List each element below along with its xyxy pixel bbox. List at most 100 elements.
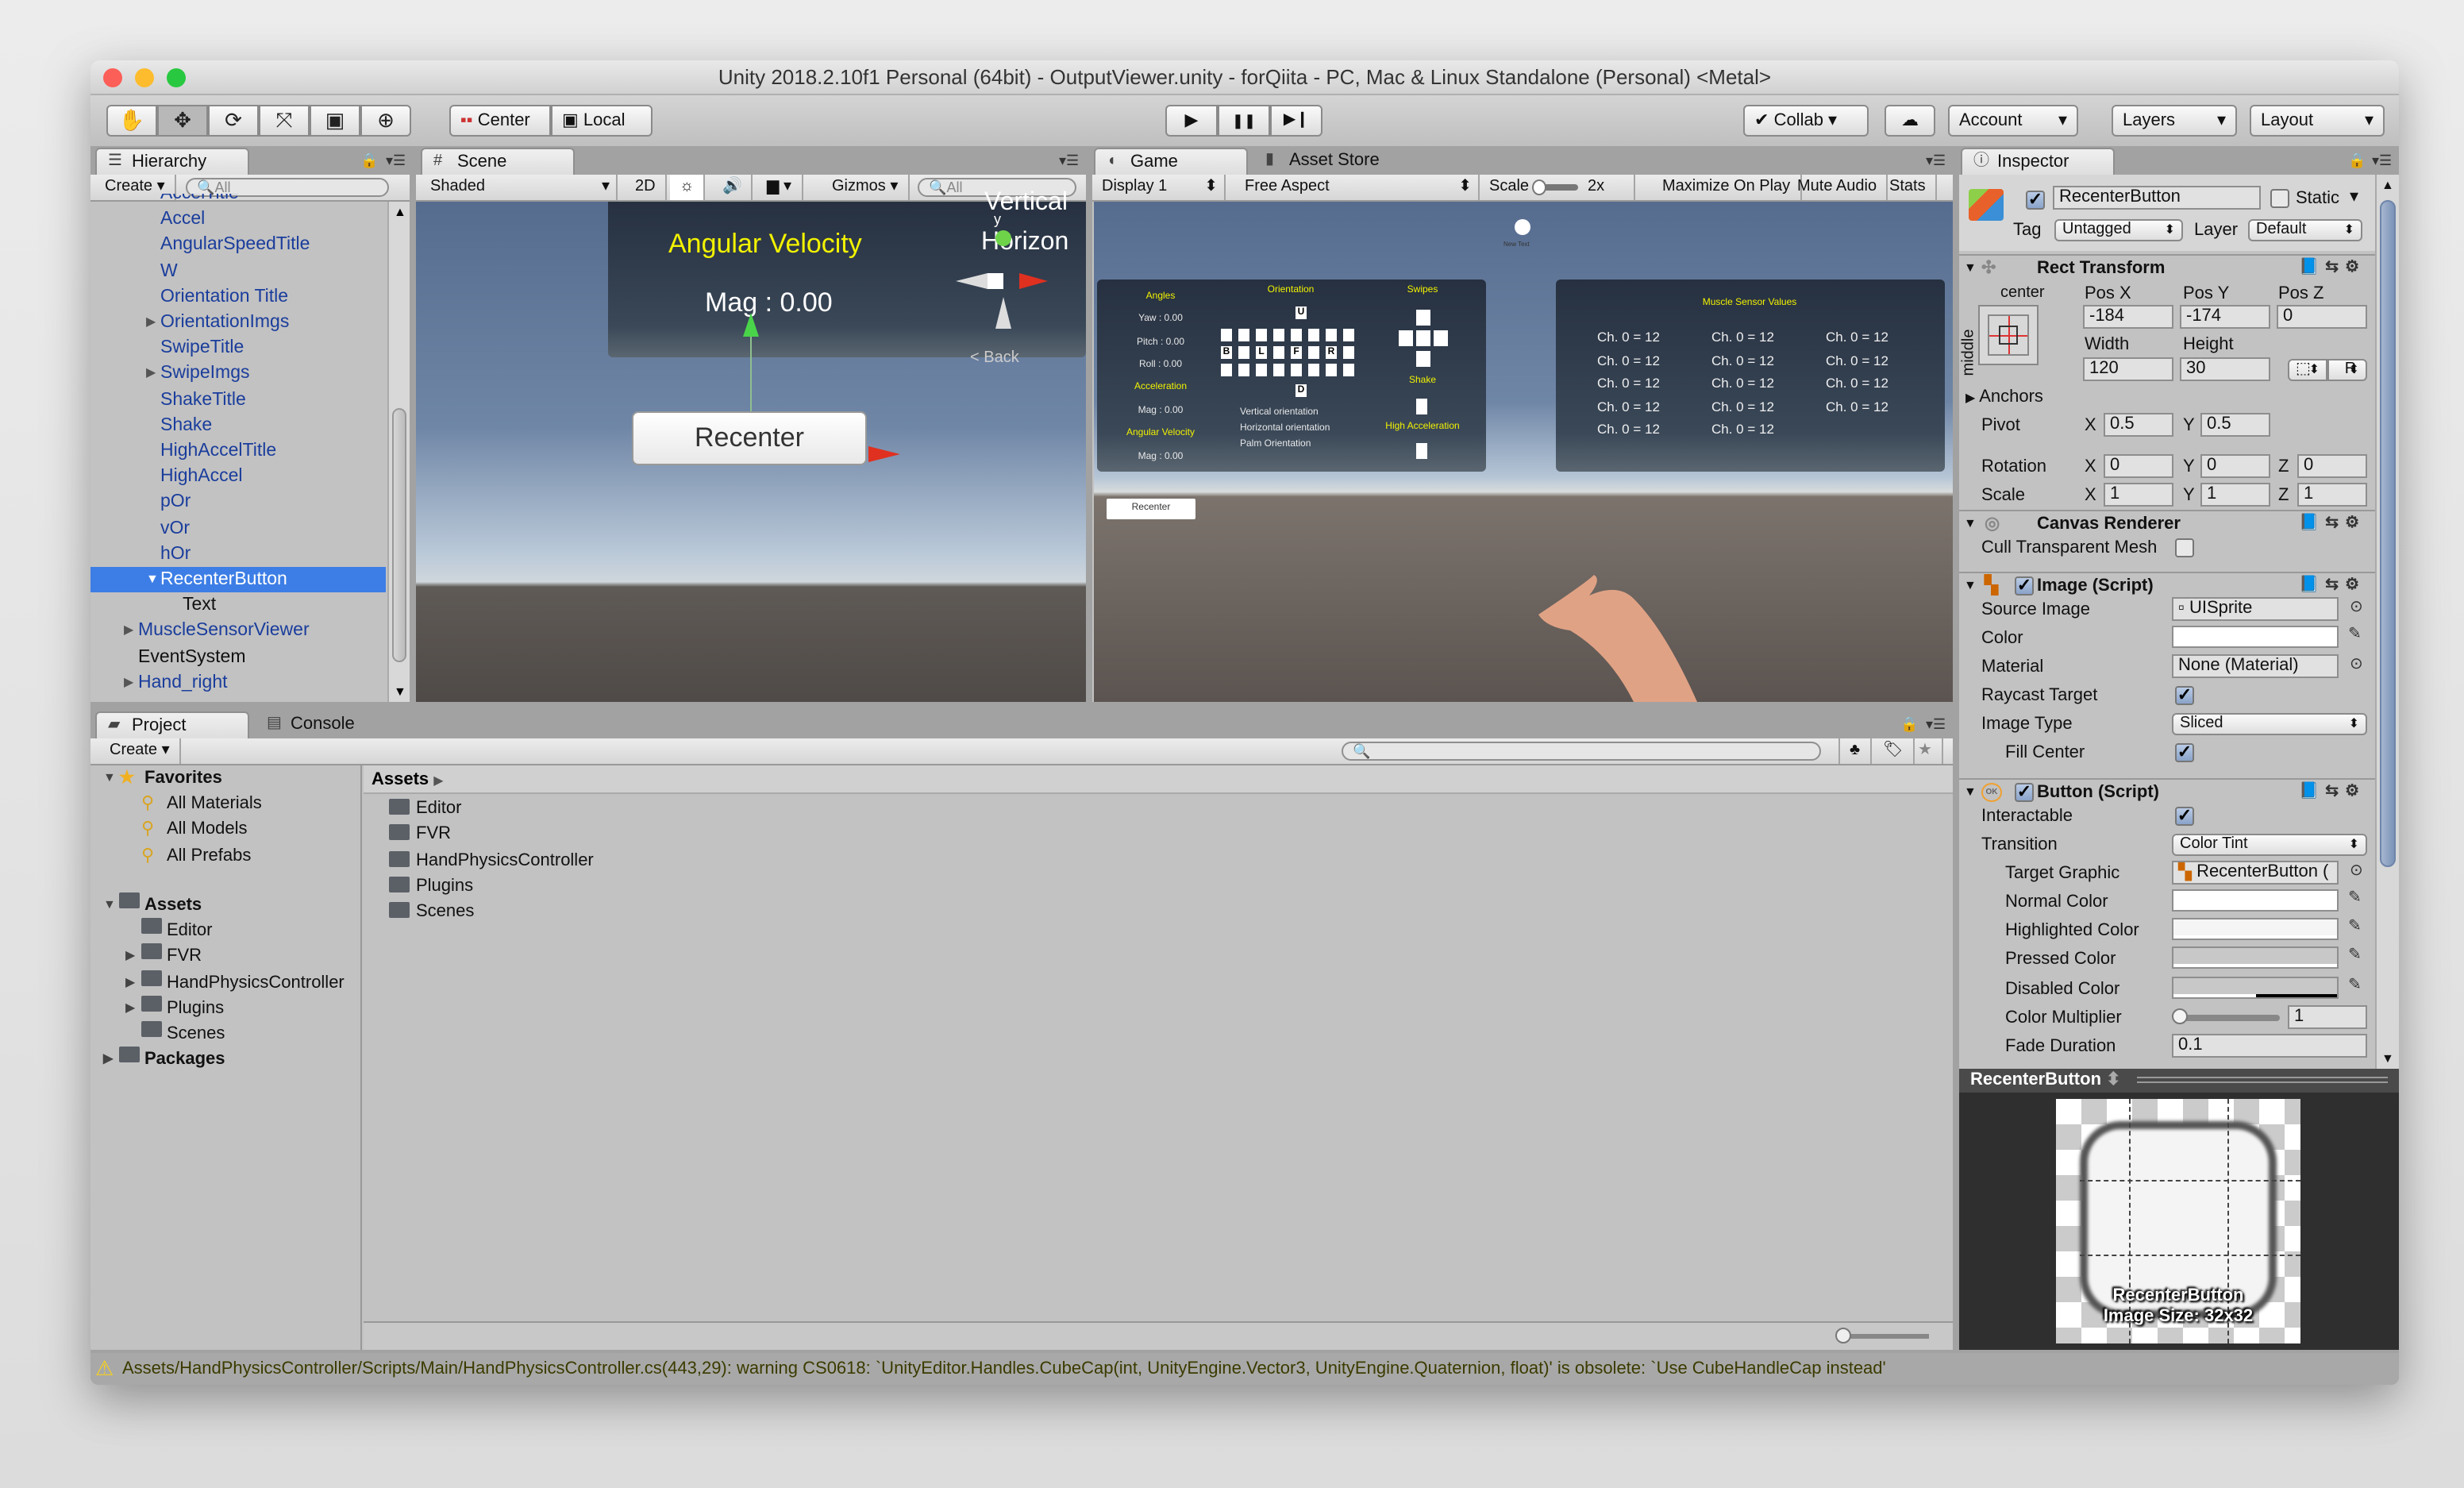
transform-tool-button[interactable]: ⊕: [360, 105, 411, 137]
pivot-x-input[interactable]: 0.5: [2104, 413, 2173, 437]
game-viewport[interactable]: New Text Angles Yaw : 0.00 Pitch : 0.00 Rol…: [1094, 202, 1953, 702]
anchors-foldout[interactable]: ▶ Anchors: [1965, 386, 2043, 410]
hierarchy-item[interactable]: Shake: [90, 413, 386, 438]
effects-dropdown[interactable]: ▆ ▾: [757, 175, 803, 200]
object-picker-icon[interactable]: ⊙: [2350, 656, 2363, 673]
panel-menu-icon[interactable]: ▾☰: [1059, 152, 1079, 170]
tab-project[interactable]: ▰ Project: [95, 711, 249, 738]
target-graphic-field[interactable]: ▚ RecenterButton (: [2172, 861, 2339, 885]
component-icons[interactable]: 📘⇆⚙: [2299, 573, 2366, 599]
hierarchy-item[interactable]: EventSystem: [90, 644, 386, 669]
hierarchy-item[interactable]: hOr: [90, 542, 386, 567]
preview-drag-handle[interactable]: [2137, 1077, 2388, 1083]
color-multiplier-input[interactable]: 1: [2288, 1005, 2367, 1029]
lock-icon[interactable]: 🔒: [1900, 716, 1918, 734]
asset-item[interactable]: Scenes: [389, 899, 474, 924]
minimize-window-button[interactable]: [135, 68, 154, 87]
create-dropdown[interactable]: Create ▾: [100, 738, 181, 764]
image-type-dropdown[interactable]: Sliced: [2172, 713, 2367, 735]
hierarchy-item[interactable]: AngularSpeedTitle: [90, 233, 386, 258]
scene-gizmo-center-icon[interactable]: [988, 273, 1003, 289]
shading-mode-dropdown[interactable]: Shaded ▾: [421, 175, 618, 200]
foldout-expanded-icon[interactable]: ▼: [1964, 573, 1977, 599]
foldout-collapsed-icon[interactable]: ▶: [124, 670, 133, 696]
foldout-collapsed-icon[interactable]: ▶: [125, 944, 135, 970]
scene-viewport[interactable]: Angular Velocity Mag : 0.00 Vertical Hor…: [416, 189, 1086, 702]
pos-z-input[interactable]: 0: [2277, 305, 2367, 329]
asset-item[interactable]: HandPhysicsController: [389, 847, 594, 873]
hierarchy-item[interactable]: SwipeTitle: [90, 335, 386, 360]
icon-size-slider[interactable]: [1840, 1334, 1929, 1339]
account-dropdown[interactable]: Account ▾: [1948, 105, 2078, 137]
pos-x-input[interactable]: -184: [2083, 305, 2173, 329]
static-dropdown-icon[interactable]: ▾: [2350, 186, 2358, 208]
fill-center-checkbox[interactable]: ✓: [2175, 743, 2194, 762]
tab-game[interactable]: ◖ Game: [1094, 148, 1248, 175]
pressed-color-swatch[interactable]: [2172, 946, 2339, 970]
object-picker-icon[interactable]: ⊙: [2350, 862, 2363, 880]
foldout-expanded-icon[interactable]: ▼: [1964, 780, 1977, 805]
foldout-collapsed-icon[interactable]: ▶: [125, 996, 135, 1021]
hierarchy-item[interactable]: ▶ OrientationImgs: [90, 310, 386, 335]
component-icons[interactable]: 📘⇆⚙: [2299, 780, 2366, 805]
foldout-expanded-icon[interactable]: ▼: [1964, 256, 1977, 281]
tab-hierarchy[interactable]: ☰ Hierarchy: [95, 148, 249, 175]
layers-dropdown[interactable]: Layers ▾: [2112, 105, 2237, 137]
hierarchy-scrollbar[interactable]: ▲ ▼: [387, 202, 410, 702]
image-component-header[interactable]: ▼ ▚ ✓ Image (Script) 📘⇆⚙: [1959, 572, 2375, 599]
foldout-collapsed-icon[interactable]: ▶: [124, 619, 133, 644]
preview-header[interactable]: RecenterButton ⬍: [1959, 1069, 2399, 1093]
move-tool-button[interactable]: ✥: [157, 105, 208, 137]
rect-tool-tool-button[interactable]: ▣: [310, 105, 360, 137]
eyedropper-icon[interactable]: ✎: [2348, 976, 2362, 993]
status-bar[interactable]: ⚠ Assets/HandPhysicsController/Scripts/M…: [90, 1353, 2399, 1385]
panel-menu-icon[interactable]: ▾☰: [1926, 152, 1946, 170]
display-dropdown[interactable]: Display 1 ⬍: [1092, 175, 1226, 200]
height-input[interactable]: 30: [2180, 357, 2270, 381]
hierarchy-item[interactable]: HighAccelTitle: [90, 438, 386, 464]
tab-console[interactable]: ▤ Console: [256, 711, 383, 738]
pivot-mode-button[interactable]: ▪▪ Center: [449, 105, 551, 137]
component-icons[interactable]: 📘⇆⚙: [2299, 256, 2366, 281]
close-window-button[interactable]: [103, 68, 122, 87]
y-axis-handle-icon[interactable]: [743, 313, 759, 337]
scene-gizmo-z-icon[interactable]: [995, 297, 1011, 329]
foldout-expanded-icon[interactable]: ▼: [146, 567, 159, 592]
stats-toggle[interactable]: Stats: [1880, 175, 1937, 200]
maximize-on-play-toggle[interactable]: Maximize On Play: [1653, 175, 1802, 200]
object-name-input[interactable]: RecenterButton: [2053, 186, 2261, 210]
tab-scene[interactable]: # Scene: [421, 148, 575, 175]
rect-transform-header[interactable]: ▼ ✣ Rect Transform 📘⇆⚙: [1959, 254, 2375, 281]
raw-edit-button[interactable]: R: [2327, 359, 2367, 381]
interactable-checkbox[interactable]: ✓: [2175, 807, 2194, 826]
foldout-collapsed-icon[interactable]: ▶: [146, 310, 156, 335]
blueprint-mode-button[interactable]: ⬚: [2288, 359, 2327, 381]
scale-y-input[interactable]: 1: [2200, 483, 2270, 507]
rotation-y-input[interactable]: 0: [2200, 454, 2270, 478]
disabled-color-swatch[interactable]: [2172, 976, 2339, 999]
canvas-renderer-header[interactable]: ▼ ◎ Canvas Renderer 📘⇆⚙: [1959, 510, 2375, 537]
scale-slider-thumb[interactable]: [1532, 179, 1546, 195]
scrollbar-thumb[interactable]: [392, 408, 406, 662]
eyedropper-icon[interactable]: ✎: [2348, 889, 2362, 907]
game-recenter-button[interactable]: Recenter: [1107, 499, 1195, 519]
project-search-input[interactable]: 🔍: [1342, 742, 1821, 761]
mute-audio-toggle[interactable]: Mute Audio: [1788, 175, 1888, 200]
scroll-up-icon[interactable]: ▲: [394, 205, 406, 219]
rotation-z-input[interactable]: 0: [2297, 454, 2367, 478]
hierarchy-item[interactable]: pOr: [90, 490, 386, 515]
gizmos-dropdown[interactable]: Gizmos ▾: [822, 175, 910, 200]
2d-toggle[interactable]: 2D: [626, 175, 667, 200]
audio-toggle[interactable]: 🔊: [713, 175, 753, 200]
hierarchy-item[interactable]: AccelTitle: [90, 194, 386, 206]
lighting-toggle[interactable]: ☼: [670, 175, 706, 200]
fade-duration-input[interactable]: 0.1: [2172, 1034, 2367, 1058]
scroll-down-icon[interactable]: ▼: [2381, 1051, 2394, 1066]
favorites-button[interactable]: ★: [1908, 738, 1943, 764]
asset-item[interactable]: FVR: [389, 822, 451, 847]
image-enabled-checkbox[interactable]: ✓: [2015, 576, 2034, 596]
lock-icon[interactable]: 🔒: [360, 152, 378, 170]
panel-menu-icon[interactable]: ▾☰: [2372, 152, 2392, 170]
foldout-collapsed-icon[interactable]: ▶: [146, 361, 156, 387]
pivot-y-input[interactable]: 0.5: [2200, 413, 2270, 437]
